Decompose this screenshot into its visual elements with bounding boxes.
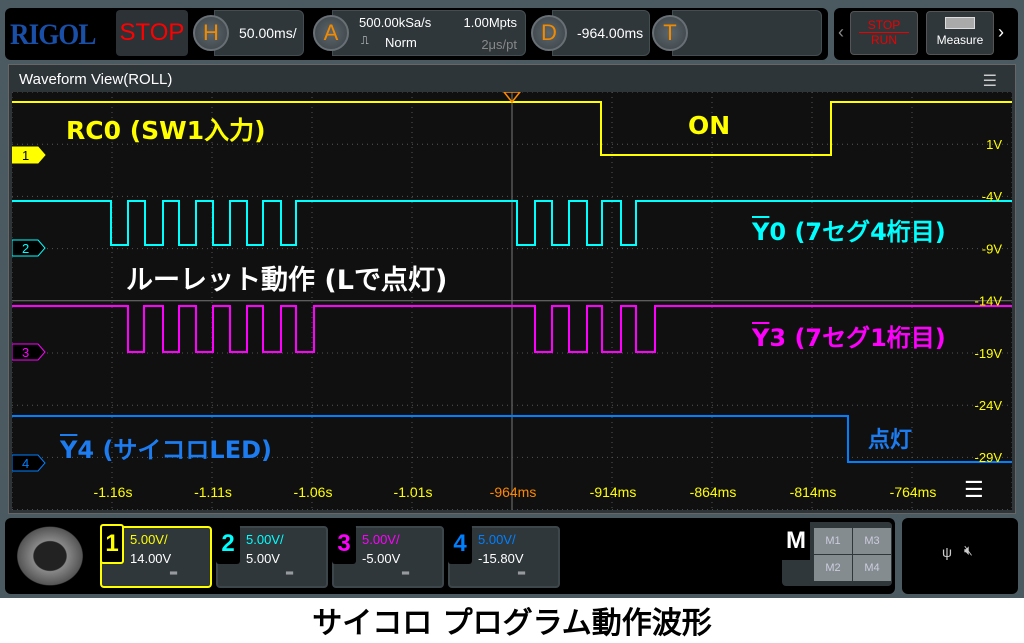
time-label: -1.11s <box>194 484 232 500</box>
ruler-icon <box>945 17 975 29</box>
sample-rate: 500.00kSa/s <box>359 15 432 30</box>
ch1-annotation: RC0 (SW1入力) <box>66 116 266 145</box>
volt-label: -24V <box>975 398 1003 413</box>
lit-annotation: 点灯 <box>868 428 913 453</box>
time-per-point: 2μs/pt <box>481 37 517 52</box>
channel-number: 2 <box>216 524 240 564</box>
trigger-panel[interactable] <box>672 10 822 56</box>
volt-label: -9V <box>982 241 1003 256</box>
caption: サイコロ プログラム動作波形 <box>312 606 712 641</box>
channel-3-marker-label: 3 <box>22 345 29 360</box>
time-label: -764ms <box>890 484 937 500</box>
channel-offset: -15.80V <box>478 551 524 566</box>
channel-number: 1 <box>100 524 124 564</box>
channel-number: 4 <box>448 524 472 564</box>
rigol-home-icon[interactable] <box>12 522 88 590</box>
time-label: -1.06s <box>294 484 333 500</box>
stop-run-button[interactable]: STOP RUN <box>850 11 918 55</box>
channel-scale: 5.00V/ <box>130 532 168 547</box>
menu-icon[interactable]: ☰ <box>983 71 997 91</box>
channel-scale: 5.00V/ <box>246 532 284 547</box>
waveform-view-title: Waveform View(ROLL) <box>19 71 173 88</box>
channel-1-marker-label: 1 <box>22 148 29 163</box>
channel-scale: 5.00V/ <box>362 532 400 547</box>
overline-y: Y <box>60 436 78 464</box>
volt-label: -19V <box>975 346 1003 361</box>
acq-mode: Norm <box>385 35 417 50</box>
dc-coupling-icon: ═ <box>402 568 409 579</box>
chevron-left-icon[interactable]: ‹ <box>838 22 844 43</box>
stop-label: STOP <box>859 18 909 33</box>
time-label: -1.01s <box>394 484 433 500</box>
acquire-panel[interactable]: 500.00kSa/s 1.00Mpts ⎍ Norm 2μs/pt <box>332 10 526 56</box>
channel-scale: 5.00V/ <box>478 532 516 547</box>
delay-value: -964.00ms <box>577 25 644 41</box>
trigger-button[interactable]: T <box>652 15 688 51</box>
math-panel[interactable]: M M1 M3 M2 M4 <box>782 522 892 586</box>
run-label: RUN <box>871 33 897 47</box>
m3-button[interactable]: M3 <box>853 528 891 554</box>
ch2-annotation-text: 0 (7セグ4桁目) <box>769 218 946 246</box>
channel-2-marker-label: 2 <box>22 241 29 256</box>
dc-coupling-icon: ═ <box>170 568 177 579</box>
channel-offset: 5.00V <box>246 551 280 566</box>
channel-4-panel[interactable]: 4 5.00V/ -15.80V ═ <box>448 524 560 588</box>
time-label: -914ms <box>590 484 637 500</box>
channel-3-panel[interactable]: 3 5.00V/ -5.00V ═ <box>332 524 444 588</box>
dc-coupling-icon: ═ <box>286 568 293 579</box>
math-label: M <box>782 522 810 560</box>
math-grid: M1 M3 M2 M4 <box>814 528 891 581</box>
channel-number: 3 <box>332 524 356 564</box>
measure-label: Measure <box>936 33 984 47</box>
speaker-muted-icon[interactable]: 🔇︎ <box>964 542 973 559</box>
channel-4-marker-label: 4 <box>22 456 29 471</box>
time-label: -1.16s <box>94 484 133 500</box>
timebase-value: 50.00ms/ <box>239 25 297 41</box>
overline-y: Y <box>752 324 770 352</box>
m1-button[interactable]: M1 <box>814 528 852 554</box>
usb-icon: ψ <box>942 544 952 560</box>
on-annotation: ON <box>688 111 731 140</box>
volt-label: -29V <box>975 450 1003 465</box>
m2-button[interactable]: M2 <box>814 555 852 581</box>
time-label: -964ms <box>490 484 537 500</box>
ch4-annotation: Y4 (サイコロLED) <box>60 430 272 465</box>
overline-y: Y <box>752 218 770 246</box>
channel-offset: 14.00V <box>130 551 172 566</box>
horizontal-button[interactable]: H <box>193 15 229 51</box>
m4-button[interactable]: M4 <box>853 555 891 581</box>
acq-waveform-icon: ⎍ <box>361 35 369 47</box>
oscilloscope-screen: RIGOL STOP 50.00ms/ H 500.00kSa/s 1.00Mp… <box>0 0 1024 598</box>
run-state-button[interactable]: STOP <box>116 10 188 56</box>
time-label: -864ms <box>690 484 737 500</box>
ch2-annotation: Y0 (7セグ4桁目) <box>752 212 946 247</box>
acquire-button[interactable]: A <box>313 15 349 51</box>
channel-2-panel[interactable]: 2 5.00V/ 5.00V ═ <box>216 524 328 588</box>
volt-label: -4V <box>982 189 1003 204</box>
time-label: -814ms <box>790 484 837 500</box>
ch4-annotation-text: 4 (サイコロLED) <box>77 436 272 464</box>
dc-coupling-icon: ═ <box>518 568 525 579</box>
collapse-menu-icon: ☰ <box>964 477 984 502</box>
volt-label: -14V <box>975 294 1003 309</box>
chevron-right-icon[interactable]: › <box>998 22 1004 43</box>
delay-button[interactable]: D <box>531 15 567 51</box>
channel-1-panel[interactable]: 1 5.00V/ 14.00V ═ <box>100 524 212 588</box>
roulette-annotation: ルーレット動作 (Lで点灯) <box>126 265 448 296</box>
memory-depth: 1.00Mpts <box>463 15 517 30</box>
measure-button[interactable]: Measure <box>926 11 994 55</box>
rigol-logo: RIGOL <box>10 18 96 51</box>
status-panel: ψ 🔇︎ <box>902 518 1018 594</box>
ch3-annotation: Y3 (7セグ1桁目) <box>752 318 946 353</box>
ch3-annotation-text: 3 (7セグ1桁目) <box>769 324 946 352</box>
volt-label: 1V <box>986 137 1002 152</box>
channel-offset: -5.00V <box>362 551 401 566</box>
